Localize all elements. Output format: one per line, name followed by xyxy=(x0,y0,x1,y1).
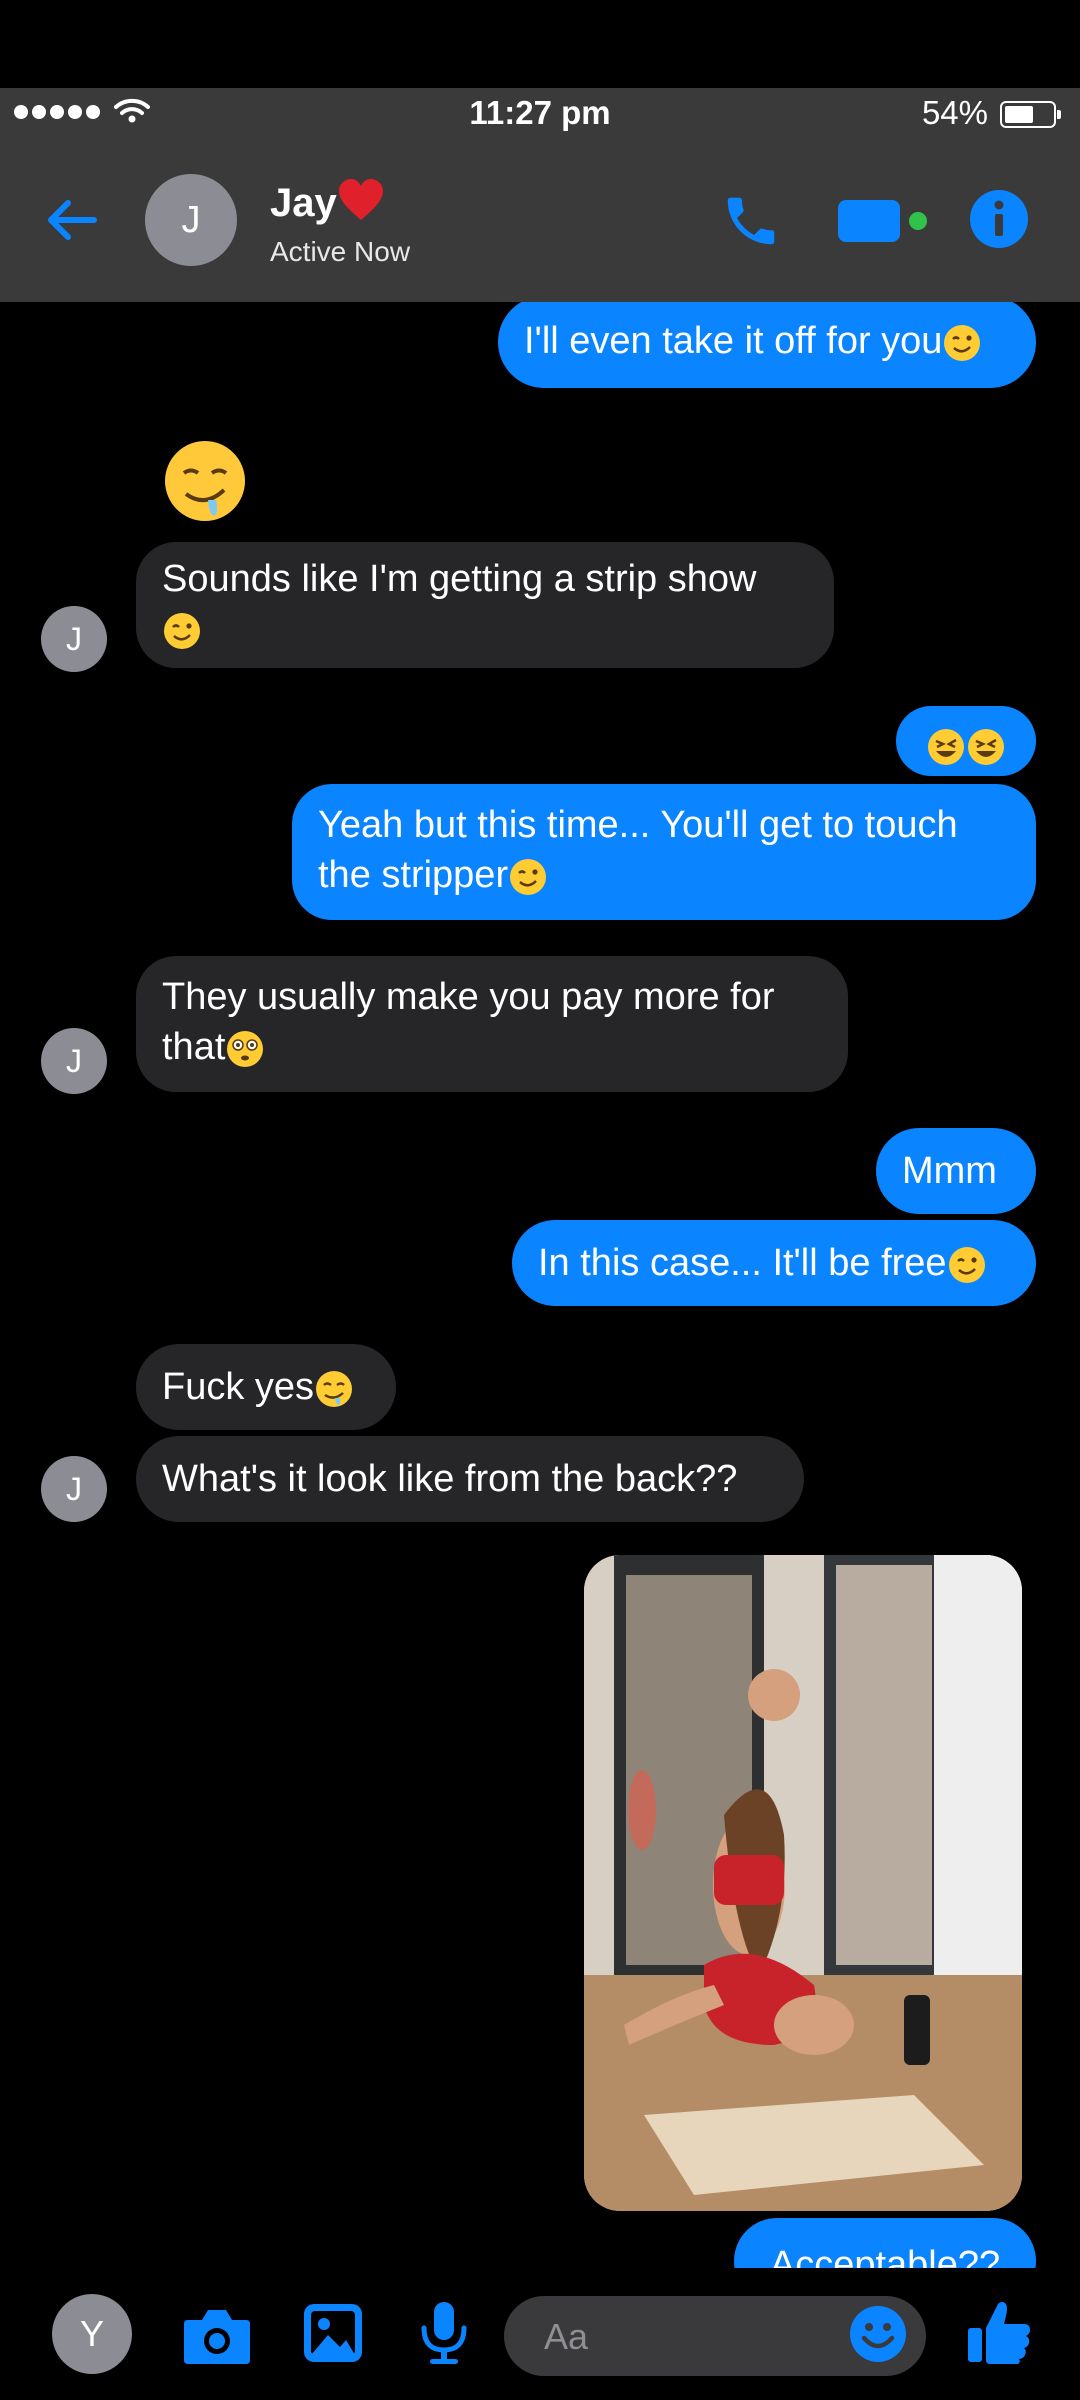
battery-icon xyxy=(1000,101,1061,128)
photo-message[interactable] xyxy=(584,1555,1022,2211)
microphone-icon[interactable] xyxy=(418,2300,470,2366)
message-outgoing[interactable]: Yeah but this time... You'll get to touc… xyxy=(292,784,1036,920)
wink-emoji-icon xyxy=(948,1246,985,1283)
message-incoming[interactable]: Sounds like I'm getting a strip show xyxy=(136,542,834,668)
contact-avatar-small: J xyxy=(41,1028,107,1094)
back-arrow-icon[interactable] xyxy=(40,188,104,252)
battery-percent: 54% xyxy=(921,94,988,131)
flushed-emoji-icon xyxy=(227,1030,264,1067)
conversation-header: J Jay Active Now xyxy=(0,138,1080,302)
message-composer: Y Aa xyxy=(0,2268,1080,2400)
message-incoming[interactable]: What's it look like from the back?? xyxy=(136,1436,804,1522)
contact-avatar-small: J xyxy=(41,606,107,672)
rofl-emoji-icon xyxy=(928,728,964,765)
top-black-area xyxy=(0,0,1080,88)
rofl-emoji-icon xyxy=(968,728,1004,765)
contact-avatar[interactable]: J xyxy=(145,174,237,266)
drooling-face-emoji-icon xyxy=(165,441,245,521)
message-list[interactable]: I'll even take it off for you Sounds lik… xyxy=(0,302,1080,2268)
message-outgoing[interactable]: I'll even take it off for you xyxy=(498,302,1036,388)
message-outgoing[interactable] xyxy=(896,706,1036,776)
message-incoming[interactable]: They usually make you pay more for that xyxy=(136,956,848,1092)
thumbs-up-icon[interactable] xyxy=(966,2298,1032,2366)
status-time: 11:27 pm xyxy=(469,94,611,131)
message-input-placeholder: Aa xyxy=(544,2316,589,2357)
gallery-icon[interactable] xyxy=(302,2302,364,2364)
wink-emoji-icon xyxy=(164,612,200,649)
message-incoming[interactable]: Fuck yes xyxy=(136,1344,396,1430)
status-bar: 11:27 pm 54% xyxy=(0,88,1080,138)
contact-name[interactable]: Jay xyxy=(270,178,385,226)
message-outgoing[interactable]: Acceptable?? xyxy=(734,2218,1036,2268)
info-icon[interactable] xyxy=(968,188,1030,250)
emoji-picker-icon[interactable] xyxy=(848,2304,908,2364)
wink-emoji-icon xyxy=(510,858,547,895)
user-avatar[interactable]: Y xyxy=(52,2294,132,2374)
contact-avatar-small: J xyxy=(41,1456,107,1522)
camera-icon[interactable] xyxy=(182,2304,252,2366)
heart-icon xyxy=(338,179,383,220)
message-outgoing[interactable]: In this case... It'll be free xyxy=(512,1220,1036,1306)
contact-name-text: Jay xyxy=(270,181,337,225)
drooling-face-emoji-icon xyxy=(316,1370,353,1407)
contact-status: Active Now xyxy=(270,236,411,267)
message-outgoing[interactable]: Mmm xyxy=(876,1128,1036,1214)
wink-emoji-icon xyxy=(944,324,981,361)
phone-icon[interactable] xyxy=(720,190,782,252)
video-call-icon[interactable] xyxy=(836,196,932,246)
